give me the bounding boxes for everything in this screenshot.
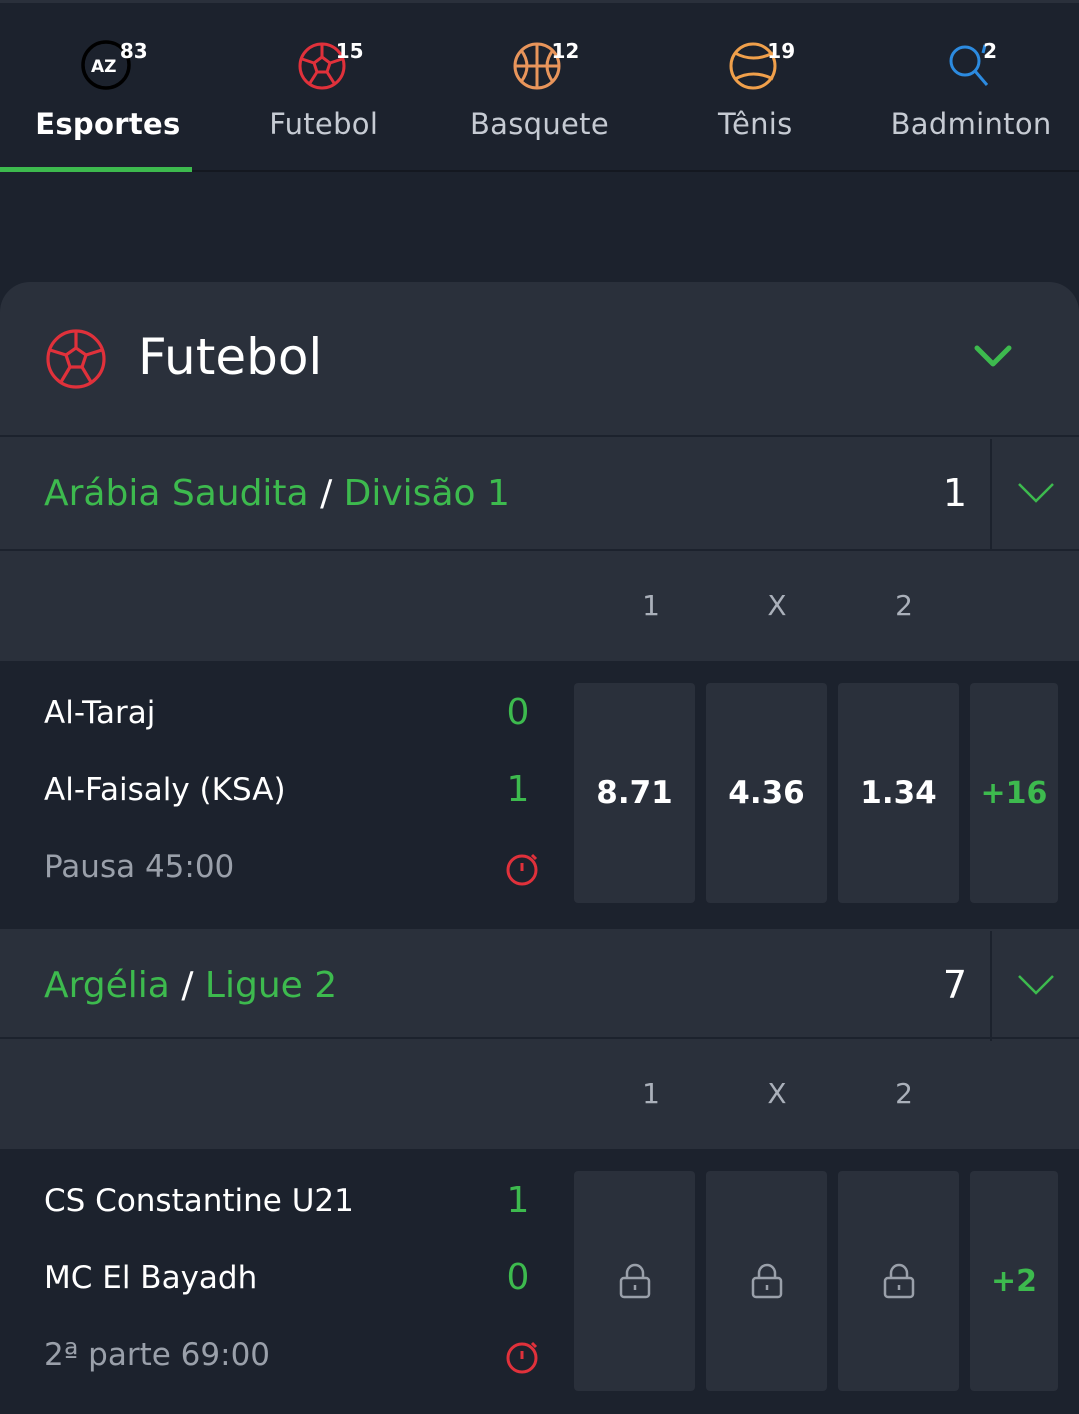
league-competition[interactable]: Ligue 2: [205, 965, 337, 1006]
locked-odd-draw: [706, 1171, 827, 1391]
locked-odd-home: [574, 1171, 695, 1391]
column-draw: X: [767, 589, 787, 622]
tab-label: Futebol: [269, 107, 379, 141]
home-score: 1: [506, 1180, 530, 1221]
divider: [990, 931, 992, 1041]
sport-nav: AZ 83 Esportes 15 Futebol 12 Basquete 19…: [0, 0, 1079, 172]
away-score: 0: [506, 1257, 530, 1298]
odd-button-home[interactable]: 8.71: [574, 683, 695, 903]
sport-section-card: Futebol Arábia Saudita / Divisão 1 1 1 X…: [0, 282, 1079, 1414]
away-team: MC El Bayadh: [44, 1260, 258, 1296]
stopwatch-icon: [506, 853, 538, 886]
tab-tenis[interactable]: 19 Tênis: [647, 3, 863, 170]
match-row[interactable]: CS Constantine U21 1 MC El Bayadh 0 2ª p…: [0, 1149, 1079, 1414]
market-column-headers: 1 X 2: [0, 551, 1079, 661]
tab-basquete[interactable]: 12 Basquete: [432, 3, 648, 170]
divider: [990, 439, 992, 549]
odd-button-away[interactable]: 1.34: [838, 683, 959, 903]
column-away: 2: [895, 1077, 913, 1110]
section-header[interactable]: Futebol: [0, 282, 1079, 437]
tab-label: Basquete: [469, 107, 609, 141]
league-country[interactable]: Argélia: [44, 965, 170, 1006]
tab-badminton[interactable]: 2 Badminton: [863, 3, 1079, 170]
lock-icon: [751, 1263, 782, 1299]
lock-icon: [883, 1263, 914, 1299]
locked-odd-away: [838, 1171, 959, 1391]
tab-futebol[interactable]: 15 Futebol: [216, 3, 432, 170]
tab-label: Badminton: [890, 107, 1052, 141]
league-match-count: 1: [942, 471, 967, 515]
az-icon-text: AZ: [91, 57, 116, 77]
column-home: 1: [642, 1077, 660, 1110]
active-tab-indicator: [0, 167, 192, 172]
stopwatch-icon: [506, 1341, 538, 1374]
away-team: Al-Faisaly (KSA): [44, 772, 286, 808]
home-team: Al-Taraj: [44, 695, 156, 731]
match-status: Pausa 45:00: [44, 849, 235, 885]
more-markets-button[interactable]: +2: [970, 1171, 1058, 1391]
tab-count: 12: [551, 39, 580, 63]
soccer-ball-icon: [46, 329, 106, 389]
away-score: 1: [506, 769, 530, 810]
home-score: 0: [506, 692, 530, 733]
home-team: CS Constantine U21: [44, 1183, 354, 1219]
match-row[interactable]: Al-Taraj 0 Al-Faisaly (KSA) 1 Pausa 45:0…: [0, 661, 1079, 927]
match-status: 2ª parte 69:00: [44, 1337, 271, 1373]
lock-icon: [619, 1263, 650, 1299]
column-home: 1: [642, 589, 660, 622]
tab-count: 15: [335, 39, 364, 63]
column-draw: X: [767, 1077, 787, 1110]
column-away: 2: [895, 589, 913, 622]
odd-button-draw[interactable]: 4.36: [706, 683, 827, 903]
tab-count: 2: [983, 39, 997, 63]
tab-label: Esportes: [35, 107, 181, 141]
chevron-down-icon[interactable]: [1017, 481, 1055, 505]
league-separator: /: [181, 965, 194, 1006]
league-match-count: 7: [942, 963, 967, 1007]
tab-count: 19: [767, 39, 796, 63]
league-competition[interactable]: Divisão 1: [344, 473, 510, 514]
market-column-headers: 1 X 2: [0, 1039, 1079, 1149]
chevron-down-icon[interactable]: [973, 342, 1013, 370]
league-header[interactable]: Arábia Saudita / Divisão 1 1: [0, 437, 1079, 551]
section-title: Futebol: [138, 328, 323, 386]
tab-count: 83: [119, 39, 148, 63]
league-separator: /: [320, 473, 333, 514]
more-markets-button[interactable]: +16: [970, 683, 1058, 903]
league-country[interactable]: Arábia Saudita: [44, 473, 309, 514]
tab-label: Tênis: [718, 107, 793, 141]
chevron-down-icon[interactable]: [1017, 973, 1055, 997]
tab-esportes[interactable]: AZ 83 Esportes: [0, 3, 216, 172]
league-header[interactable]: Argélia / Ligue 2 7: [0, 927, 1079, 1041]
